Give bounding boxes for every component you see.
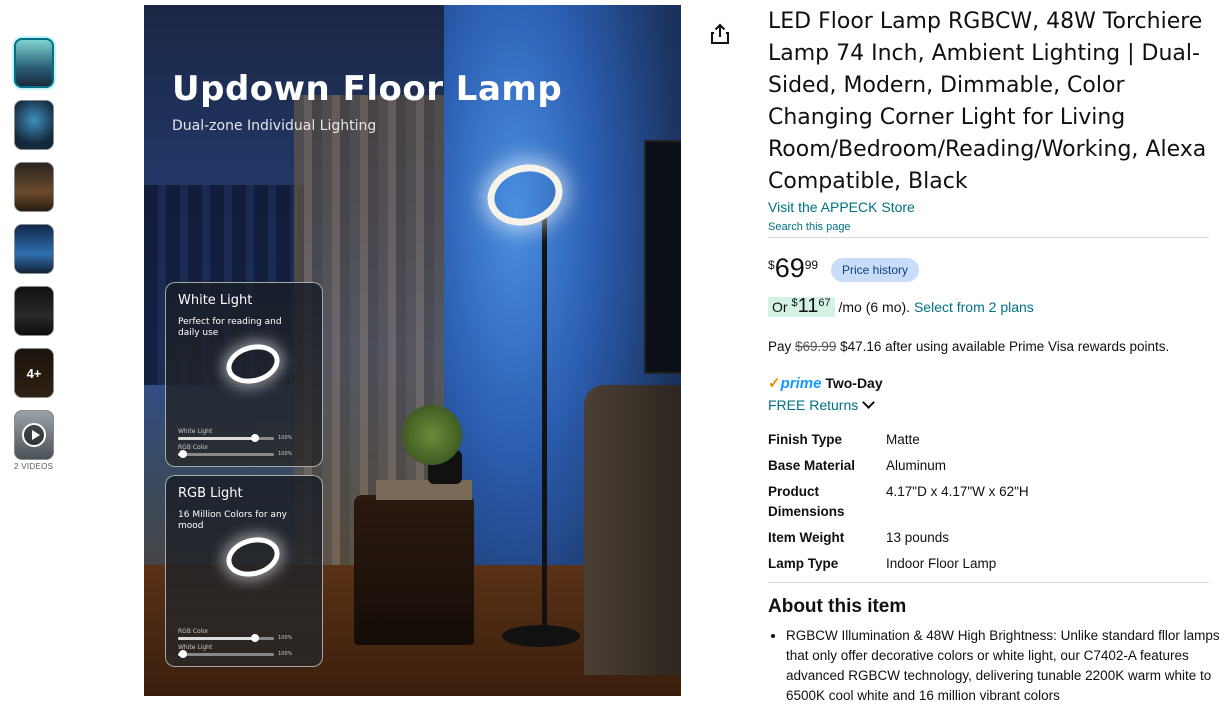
prime-visa-offer: Pay $69.99 $47.16 after using available … [768, 339, 1170, 354]
image-heading: Updown Floor Lamp [172, 69, 563, 109]
spec-value: Aluminum [886, 458, 947, 473]
more-images-count: 4+ [15, 349, 53, 397]
thumbnail-2[interactable] [14, 100, 54, 150]
thumbnail-strip: 4+ 2 VIDEOS [14, 38, 56, 471]
spec-value: 4.17"D x 4.17"W x 62"H [886, 484, 1029, 499]
spec-row: Product Dimensions 4.17"D x 4.17"W x 62"H [768, 482, 1208, 528]
spec-value: Indoor Floor Lamp [886, 556, 997, 571]
divider [768, 582, 1209, 583]
store-link[interactable]: Visit the APPECK Store [768, 199, 915, 215]
thumbnail-4[interactable] [14, 224, 54, 274]
spec-row: Lamp Type Indoor Floor Lamp [768, 554, 1208, 580]
spec-key: Item Weight [768, 530, 845, 545]
free-returns-link[interactable]: FREE Returns [768, 396, 876, 413]
card-title: RGB Light [178, 486, 243, 501]
thumbnail-video[interactable] [14, 410, 54, 460]
select-plans-link[interactable]: Select from 2 plans [914, 299, 1034, 315]
price-history-button[interactable]: Price history [831, 258, 920, 282]
card-desc: Perfect for reading and daily use [178, 317, 282, 338]
spec-key: Base Material [768, 458, 856, 473]
card-desc: 16 Million Colors for any mood [178, 510, 287, 531]
play-icon [22, 423, 46, 447]
prime-logo: prime [780, 375, 822, 392]
monthly-amount: Or $1167 [768, 295, 835, 317]
about-bullets: RGBCW Illumination & 48W High Brightness… [768, 626, 1230, 706]
spec-row: Finish Type Matte [768, 430, 1208, 456]
about-heading: About this item [768, 596, 907, 617]
search-this-page-link[interactable]: Search this page [768, 221, 851, 233]
spec-row: Item Weight 13 pounds [768, 528, 1208, 554]
about-bullet: RGBCW Illumination & 48W High Brightness… [786, 626, 1230, 706]
price-fraction: 99 [804, 258, 819, 272]
thumbnail-more[interactable]: 4+ [14, 348, 54, 398]
spec-key: Lamp Type [768, 556, 839, 571]
divider [768, 237, 1209, 238]
spec-table: Finish Type Matte Base Material Aluminum Pro… [768, 430, 1208, 580]
white-light-card: White Light Perfect for reading and dail… [165, 282, 323, 467]
price-whole: 69 [774, 253, 805, 283]
card-title: White Light [178, 293, 253, 308]
prime-check-icon: ✓ [768, 375, 781, 392]
monthly-payment: Or $1167 /mo (6 mo). Select from 2 plans [768, 295, 1034, 321]
spec-key: Finish Type [768, 432, 843, 447]
image-subheading: Dual-zone Individual Lighting [172, 118, 377, 134]
spec-value: Matte [886, 432, 920, 447]
share-icon[interactable] [708, 22, 732, 46]
spec-value: 13 pounds [886, 530, 950, 545]
product-title: LED Floor Lamp RGBCW, 48W Torchiere Lamp… [768, 9, 1207, 194]
prime-delivery: ✓prime Two-Day [768, 375, 883, 392]
thumbnail-5[interactable] [14, 286, 54, 336]
main-product-image[interactable]: Updown Floor Lamp Dual-zone Individual L… [144, 5, 681, 696]
chevron-down-icon [862, 396, 876, 409]
thumbnail-3[interactable] [14, 162, 54, 212]
spec-key: Product Dimensions [768, 484, 845, 519]
rgb-light-card: RGB Light 16 Million Colors for any mood… [165, 475, 323, 667]
thumbnail-1[interactable] [14, 38, 54, 88]
price: $6999 [768, 253, 819, 283]
videos-label: 2 VIDEOS [14, 462, 54, 471]
spec-row: Base Material Aluminum [768, 456, 1208, 482]
